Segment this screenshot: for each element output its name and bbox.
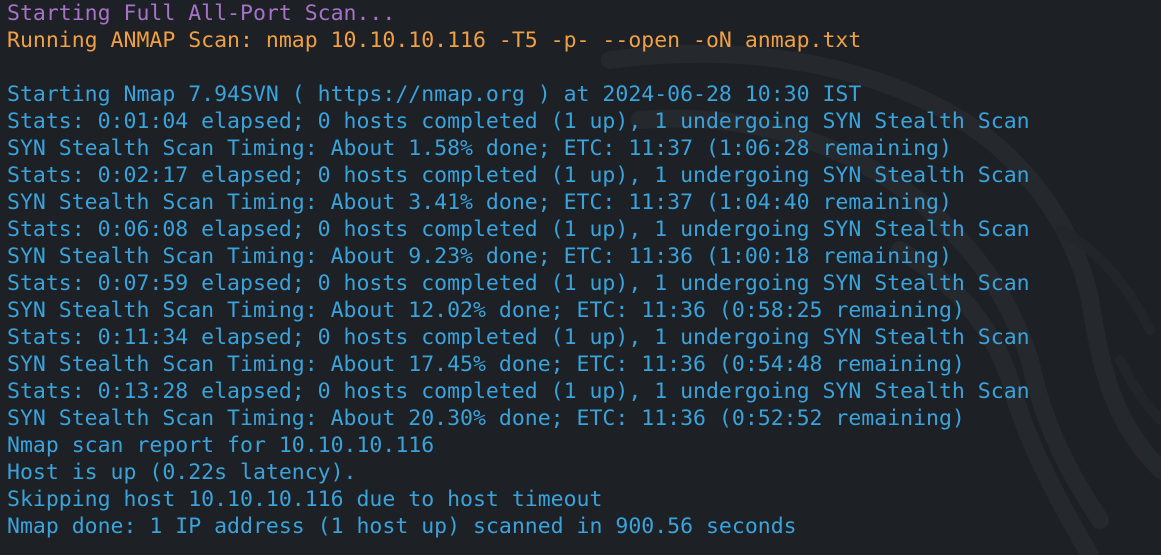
output-line: Stats: 0:01:04 elapsed; 0 hosts complete…: [7, 109, 1030, 134]
command-line: Running ANMAP Scan: nmap 10.10.10.116 -T…: [7, 28, 862, 53]
output-line: Stats: 0:06:08 elapsed; 0 hosts complete…: [7, 217, 1030, 242]
output-line: SYN Stealth Scan Timing: About 3.41% don…: [7, 190, 952, 215]
output-line: SYN Stealth Scan Timing: About 1.58% don…: [7, 136, 952, 161]
output-line: Stats: 0:13:28 elapsed; 0 hosts complete…: [7, 379, 1030, 404]
output-line: SYN Stealth Scan Timing: About 17.45% do…: [7, 352, 965, 377]
output-line: Stats: 0:11:34 elapsed; 0 hosts complete…: [7, 325, 1030, 350]
output-line: Stats: 0:07:59 elapsed; 0 hosts complete…: [7, 271, 1030, 296]
output-line: Host is up (0.22s latency).: [7, 460, 357, 485]
terminal-output: Starting Full All-Port Scan... Running A…: [7, 0, 1157, 540]
output-line: SYN Stealth Scan Timing: About 9.23% don…: [7, 244, 952, 269]
output-line: Stats: 0:02:17 elapsed; 0 hosts complete…: [7, 163, 1030, 188]
output-line: SYN Stealth Scan Timing: About 20.30% do…: [7, 406, 965, 431]
output-line: SYN Stealth Scan Timing: About 12.02% do…: [7, 298, 965, 323]
scan-header-line: Starting Full All-Port Scan...: [7, 1, 396, 26]
output-line: Skipping host 10.10.10.116 due to host t…: [7, 487, 603, 512]
output-line: Starting Nmap 7.94SVN ( https://nmap.org…: [7, 82, 862, 107]
output-line: Nmap scan report for 10.10.10.116: [7, 433, 435, 458]
output-line: Nmap done: 1 IP address (1 host up) scan…: [7, 514, 797, 539]
